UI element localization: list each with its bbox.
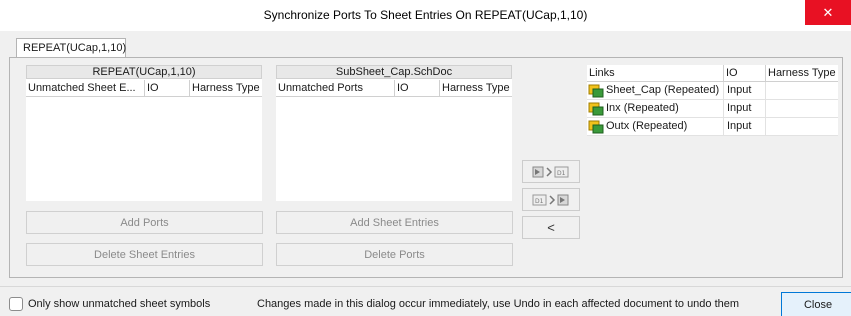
link-icon: [588, 84, 604, 98]
close-button[interactable]: Close: [781, 292, 851, 316]
link-name: Sheet_Cap (Repeated): [606, 82, 724, 99]
column-io[interactable]: IO: [145, 80, 190, 97]
delete-sheet-entries-button[interactable]: Delete Sheet Entries: [26, 243, 263, 266]
link-name: Outx (Repeated): [606, 118, 724, 135]
link-io: Input: [724, 118, 766, 135]
sheet-entries-caption: REPEAT(UCap,1,10): [26, 65, 262, 79]
title-bar: Synchronize Ports To Sheet Entries On RE…: [0, 0, 851, 31]
unmatched-only-checkbox[interactable]: [9, 297, 23, 311]
sheet-entry-to-port-button[interactable]: D1: [522, 188, 580, 211]
link-harness-type: [766, 82, 838, 99]
link-row[interactable]: Outx (Repeated) Input: [587, 118, 838, 136]
link-row[interactable]: Sheet_Cap (Repeated) Input: [587, 82, 838, 100]
link-icon: [588, 120, 604, 134]
port-to-sheet-entry-button[interactable]: D1: [522, 160, 580, 183]
window-close-button[interactable]: ✕: [805, 0, 851, 25]
svg-text:D1: D1: [535, 198, 544, 205]
links-header: Links IO Harness Type: [587, 65, 838, 82]
link-name: Inx (Repeated): [606, 100, 724, 117]
ports-header: Unmatched Ports IO Harness Type: [276, 80, 512, 97]
column-unmatched-ports[interactable]: Unmatched Ports: [276, 80, 395, 97]
link-io: Input: [724, 100, 766, 117]
column-unmatched-sheet-entries[interactable]: Unmatched Sheet E...: [26, 80, 145, 97]
footer-divider: [0, 286, 851, 287]
ports-grid: SubSheet_Cap.SchDoc Unmatched Ports IO H…: [276, 65, 512, 201]
add-sheet-entries-button[interactable]: Add Sheet Entries: [276, 211, 513, 234]
column-io[interactable]: IO: [395, 80, 440, 97]
chevron-left-icon: <: [547, 220, 555, 235]
delete-ports-button[interactable]: Delete Ports: [276, 243, 513, 266]
column-links[interactable]: Links: [587, 65, 724, 82]
sheet-entries-header: Unmatched Sheet E... IO Harness Type: [26, 80, 262, 97]
column-harness-type[interactable]: Harness Type: [190, 80, 262, 97]
svg-text:D1: D1: [557, 170, 566, 177]
links-grid: Links IO Harness Type Sheet_Cap (Repeate…: [587, 65, 838, 260]
tab-repeat[interactable]: REPEAT(UCap,1,10): [16, 38, 126, 58]
window-title: Synchronize Ports To Sheet Entries On RE…: [263, 8, 588, 22]
sheet-entries-grid: REPEAT(UCap,1,10) Unmatched Sheet E... I…: [26, 65, 262, 201]
column-io[interactable]: IO: [724, 65, 766, 82]
link-icon: [588, 102, 604, 116]
link-row[interactable]: Inx (Repeated) Input: [587, 100, 838, 118]
add-ports-button[interactable]: Add Ports: [26, 211, 263, 234]
link-harness-type: [766, 118, 838, 135]
sheet-entry-to-port-icon: D1: [532, 194, 569, 205]
status-message: Changes made in this dialog occur immedi…: [257, 298, 740, 310]
column-harness-type[interactable]: Harness Type: [766, 65, 838, 82]
port-to-sheet-entry-icon: D1: [532, 166, 569, 177]
link-harness-type: [766, 100, 838, 117]
column-harness-type[interactable]: Harness Type: [440, 80, 512, 97]
unmatched-only-label[interactable]: Only show unmatched sheet symbols: [28, 298, 210, 310]
ports-caption: SubSheet_Cap.SchDoc: [276, 65, 512, 79]
close-icon: ✕: [822, 4, 834, 20]
unlink-button[interactable]: <: [522, 216, 580, 239]
link-io: Input: [724, 82, 766, 99]
